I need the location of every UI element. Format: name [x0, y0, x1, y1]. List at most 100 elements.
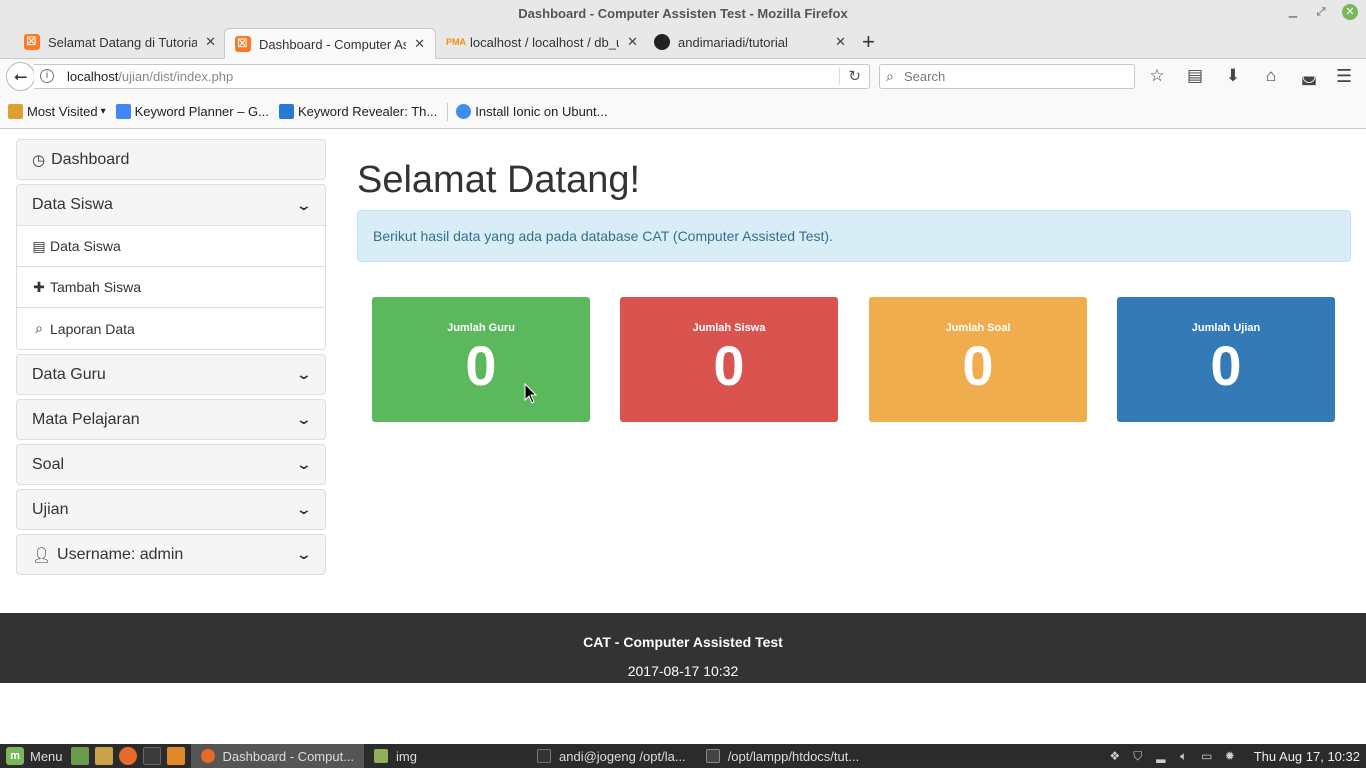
ionic-icon	[456, 104, 472, 119]
submenu-data-siswa[interactable]: ▤ Data Siswa	[17, 226, 325, 267]
reading-list-icon[interactable]: ▤	[1184, 65, 1206, 87]
url-path: /ujian/dist/index.php	[118, 69, 234, 84]
search-icon: ⌕	[35, 320, 43, 336]
sidebar-item-data-siswa[interactable]: Data Siswa ⌄	[17, 185, 325, 226]
tab-dashboard[interactable]: Dashboard - Computer Assi ✕	[224, 28, 436, 59]
stat-card-ujian: Jumlah Ujian 0	[1117, 297, 1335, 422]
info-icon[interactable]: i	[40, 69, 54, 83]
close-tab-icon[interactable]: ✕	[627, 34, 638, 50]
stat-value: 0	[1210, 334, 1242, 397]
pocket-icon[interactable]: ◛	[1298, 65, 1320, 87]
terminal-icon	[537, 749, 551, 763]
download-icon[interactable]: ⬇	[1222, 65, 1244, 87]
settings-icon[interactable]: ✹	[1223, 749, 1237, 763]
tab-label: Selamat Datang di Tutorial	[48, 34, 198, 50]
new-tab-icon[interactable]: +	[862, 30, 875, 54]
show-desktop-icon[interactable]	[70, 747, 89, 765]
firefox-icon	[200, 749, 215, 763]
chevron-down-icon: ⌄	[295, 196, 313, 213]
adwords-icon	[115, 104, 131, 119]
taskbar-window-img[interactable]: img	[364, 744, 427, 768]
taskbar-window-editor[interactable]: /opt/lampp/htdocs/tut...	[696, 744, 870, 768]
chevron-down-icon: ⌄	[295, 411, 313, 427]
submenu-laporan-data[interactable]: ⌕ Laporan Data	[17, 308, 325, 349]
mouse-cursor-icon	[524, 383, 538, 404]
sidebar-item-dashboard[interactable]: ◷ Dashboard	[16, 139, 326, 180]
mint-logo-icon: m	[6, 747, 24, 765]
taskbar-window-label: /opt/lampp/htdocs/tut...	[727, 748, 860, 764]
search-placeholder: Search	[904, 69, 946, 84]
sidebar-item-username[interactable]: 👤︎ Username: admin ⌄	[16, 534, 326, 575]
page-title: Selamat Datang!	[357, 159, 641, 201]
bookmark-label: Install Ionic on Ubunt...	[475, 104, 608, 119]
network-icon[interactable]: ▂	[1154, 749, 1168, 763]
maximize-icon[interactable]: ⤢	[1314, 5, 1328, 19]
text-editor-icon	[705, 749, 720, 763]
url-text[interactable]: localhost/ujian/dist/index.php	[67, 69, 233, 84]
submenu-label: Laporan Data	[50, 320, 135, 337]
shield-icon[interactable]: ⛉	[1131, 749, 1145, 763]
folder-icon	[374, 749, 389, 763]
sidebar-item-mata-pelajaran[interactable]: Mata Pelajaran ⌄	[16, 399, 326, 440]
taskbar-window-terminal[interactable]: andi@jogeng /opt/la...	[527, 744, 696, 768]
battery-icon[interactable]: ▭	[1200, 749, 1214, 763]
tab-phpmyadmin[interactable]: PMA localhost / localhost / db_uji ✕	[436, 28, 648, 56]
bookmark-most-visited[interactable]: Most Visited ▾	[8, 104, 106, 119]
clock[interactable]: Thu Aug 17, 10:32	[1254, 749, 1360, 764]
files-icon[interactable]	[94, 747, 113, 765]
firefox-icon[interactable]	[118, 747, 137, 765]
stat-label: Jumlah Soal	[945, 322, 1011, 334]
start-menu-button[interactable]: m Menu	[0, 744, 71, 768]
page-content: ◷ Dashboard Data Siswa ⌄ ▤ Data Siswa ✚ …	[0, 129, 1366, 744]
xampp-icon	[24, 33, 40, 50]
url-bar[interactable]: i localhost/ujian/dist/index.php ↻	[34, 64, 870, 89]
submenu-label: Data Siswa	[50, 238, 121, 254]
folder-icon	[8, 104, 23, 119]
minimize-icon[interactable]: ▁	[1286, 5, 1300, 19]
main-content: Selamat Datang! Berikut hasil data yang …	[357, 129, 1351, 422]
tab-selamat-datang[interactable]: Selamat Datang di Tutorial ✕	[14, 28, 226, 56]
tab-github[interactable]: andimariadi/tutorial ✕	[644, 28, 856, 56]
back-button[interactable]: ⭠	[6, 62, 35, 91]
tab-label: localhost / localhost / db_uji	[470, 34, 620, 50]
sublime-icon[interactable]	[166, 747, 185, 765]
close-tab-icon[interactable]: ✕	[835, 34, 846, 50]
close-tab-icon[interactable]: ✕	[205, 34, 216, 50]
bookmark-install-ionic[interactable]: Install Ionic on Ubunt...	[456, 104, 607, 119]
sidebar: ◷ Dashboard Data Siswa ⌄ ▤ Data Siswa ✚ …	[16, 139, 326, 579]
volume-icon[interactable]: 🔈︎	[1177, 749, 1191, 763]
search-input[interactable]: ⌕ Search	[879, 64, 1135, 89]
bookmark-label: Keyword Revealer: Th...	[298, 104, 438, 119]
sidebar-item-label: Dashboard	[51, 150, 130, 168]
taskbar-window-firefox[interactable]: Dashboard - Comput...	[190, 744, 365, 768]
close-window-icon[interactable]: ✕	[1342, 4, 1358, 20]
sidebar-item-ujian[interactable]: Ujian ⌄	[16, 489, 326, 530]
system-tray: ❖ ⛉ ▂ 🔈︎ ▭ ✹ Thu Aug 17, 10:32	[1108, 744, 1360, 768]
bookmark-keyword-planner[interactable]: Keyword Planner – G...	[115, 104, 269, 119]
bookmark-separator	[447, 102, 449, 121]
info-alert: Berikut hasil data yang ada pada databas…	[357, 210, 1351, 262]
xampp-icon	[235, 35, 251, 52]
sidebar-item-data-guru[interactable]: Data Guru ⌄	[16, 354, 326, 395]
home-icon[interactable]: ⌂	[1260, 65, 1282, 87]
stat-card-guru: Jumlah Guru 0	[372, 297, 590, 422]
keyword-revealer-icon	[279, 104, 295, 119]
close-tab-icon[interactable]: ✕	[414, 36, 425, 52]
arrow-left-icon: ⭠	[13, 67, 28, 86]
list-icon: ▤	[32, 237, 46, 254]
stat-card-siswa: Jumlah Siswa 0	[620, 297, 838, 422]
reload-icon[interactable]: ↻	[839, 67, 861, 85]
taskbar-window-label: andi@jogeng /opt/la...	[559, 748, 686, 764]
terminal-icon[interactable]	[142, 747, 161, 765]
sidebar-item-label: Data Guru	[32, 365, 106, 383]
sidebar-item-soal[interactable]: Soal ⌄	[16, 444, 326, 485]
chevron-down-icon: ⌄	[295, 366, 313, 382]
dropbox-icon[interactable]: ❖	[1108, 749, 1122, 763]
page-footer: CAT - Computer Assisted Test 2017-08-17 …	[0, 613, 1366, 683]
bookmark-star-icon[interactable]: ☆	[1146, 65, 1168, 87]
bookmark-keyword-revealer[interactable]: Keyword Revealer: Th...	[279, 104, 437, 119]
menu-hamburger-icon[interactable]: ☰	[1336, 66, 1356, 86]
footer-title: CAT - Computer Assisted Test	[583, 634, 783, 650]
submenu-tambah-siswa[interactable]: ✚ Tambah Siswa	[17, 267, 325, 308]
chevron-down-icon: ⌄	[295, 546, 313, 562]
